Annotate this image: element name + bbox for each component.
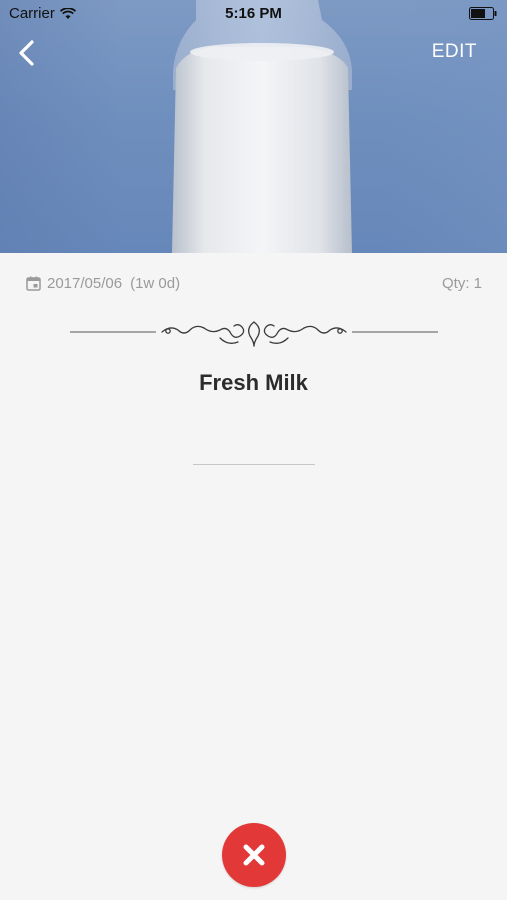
item-age: (1w 0d)	[130, 275, 181, 292]
title-underline	[193, 464, 315, 465]
calendar-icon	[26, 276, 41, 291]
item-title: Fresh Milk	[199, 370, 308, 395]
item-qty: Qty: 1	[441, 275, 482, 292]
chevron-left-icon	[19, 40, 34, 66]
close-icon	[243, 844, 265, 866]
back-button[interactable]	[12, 36, 40, 70]
battery-icon	[469, 7, 497, 20]
edit-button[interactable]: EDIT	[432, 41, 477, 63]
delete-button[interactable]	[222, 823, 286, 887]
item-meta-row: 2017/05/06 (1w 0d) Qty: 1	[26, 275, 482, 295]
milk-bottle-illustration	[172, 0, 352, 253]
status-bar: Carrier 5:16 PM	[0, 0, 507, 28]
date-group: 2017/05/06 (1w 0d)	[26, 275, 180, 292]
ornament-divider	[70, 321, 438, 347]
item-date: 2017/05/06	[47, 275, 123, 292]
status-time: 5:16 PM	[225, 5, 282, 22]
hero-image	[0, 0, 507, 253]
